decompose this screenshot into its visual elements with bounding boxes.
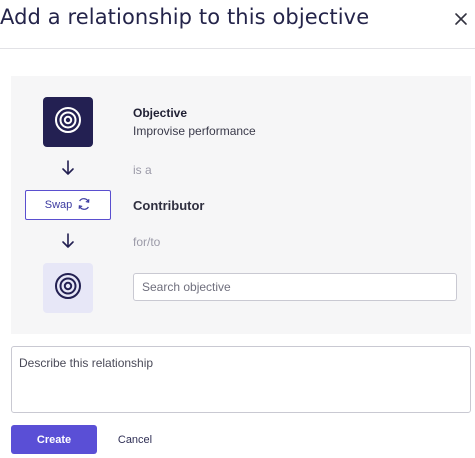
relationship-type: Contributor <box>133 198 205 213</box>
source-objective-badge <box>43 97 93 147</box>
relationship-description-field[interactable] <box>11 346 471 413</box>
create-button[interactable]: Create <box>11 425 97 454</box>
dialog-header: Add a relationship to this objective <box>0 0 475 49</box>
relationship-verb: is a <box>133 163 152 177</box>
target-icon <box>54 106 82 139</box>
source-objective-name: Improvise performance <box>133 124 256 138</box>
swap-button[interactable]: Swap <box>25 190 111 220</box>
source-objective-label: Objective <box>133 106 188 120</box>
dialog-title: Add a relationship to this objective <box>0 5 370 29</box>
cancel-button[interactable]: Cancel <box>112 425 158 454</box>
arrow-down-icon <box>61 233 75 249</box>
swap-button-label: Swap <box>44 199 73 211</box>
relationship-panel: Objective Improvise performance is a Swa… <box>11 76 471 334</box>
target-icon <box>54 272 82 305</box>
search-objective-input[interactable] <box>133 273 457 301</box>
relationship-preposition: for/to <box>133 235 161 249</box>
swap-icon <box>77 197 91 214</box>
arrow-down-icon <box>61 160 75 176</box>
close-icon[interactable] <box>451 9 471 29</box>
target-objective-badge <box>43 263 93 313</box>
